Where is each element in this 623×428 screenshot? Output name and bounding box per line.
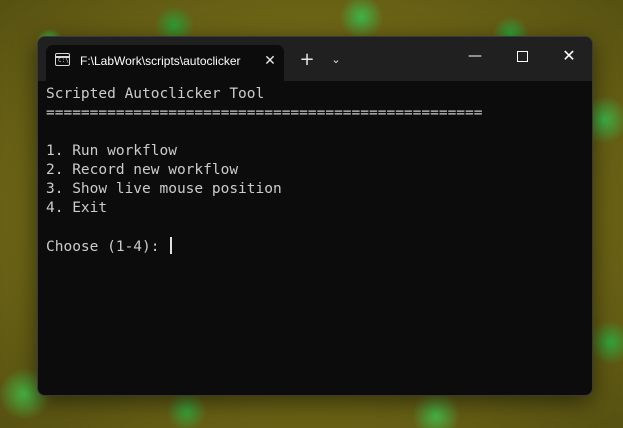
- menu-option-run-workflow: 1. Run workflow: [46, 143, 177, 159]
- separator-line: ========================================…: [46, 105, 483, 121]
- menu-option-record-workflow: 2. Record new workflow: [46, 162, 239, 178]
- terminal-icon: C:\: [55, 53, 70, 66]
- text-cursor: [170, 237, 172, 254]
- close-button[interactable]: ✕: [546, 37, 592, 75]
- maximize-button[interactable]: [499, 37, 545, 75]
- input-prompt: Choose (1-4):: [46, 239, 169, 255]
- terminal-output[interactable]: Scripted Autoclicker Tool ==============…: [46, 85, 584, 387]
- tab-title: F:\LabWork\scripts\autoclicker: [80, 54, 241, 68]
- tab-close-button[interactable]: ✕: [259, 45, 281, 77]
- title-bar[interactable]: C:\ F:\LabWork\scripts\autoclicker ✕ + ⌄…: [38, 37, 592, 81]
- menu-option-show-mouse-position: 3. Show live mouse position: [46, 181, 282, 197]
- minimize-button[interactable]: —: [452, 37, 498, 75]
- tab-autoclicker[interactable]: C:\ F:\LabWork\scripts\autoclicker ✕: [46, 45, 284, 81]
- app-title-line: Scripted Autoclicker Tool: [46, 86, 265, 102]
- terminal-window: C:\ F:\LabWork\scripts\autoclicker ✕ + ⌄…: [37, 36, 593, 396]
- menu-option-exit: 4. Exit: [46, 200, 108, 216]
- input-prompt-line[interactable]: Choose (1-4):: [46, 237, 584, 256]
- new-tab-button[interactable]: +: [294, 45, 320, 75]
- maximize-icon: [516, 51, 528, 62]
- tab-dropdown-button[interactable]: ⌄: [324, 45, 348, 75]
